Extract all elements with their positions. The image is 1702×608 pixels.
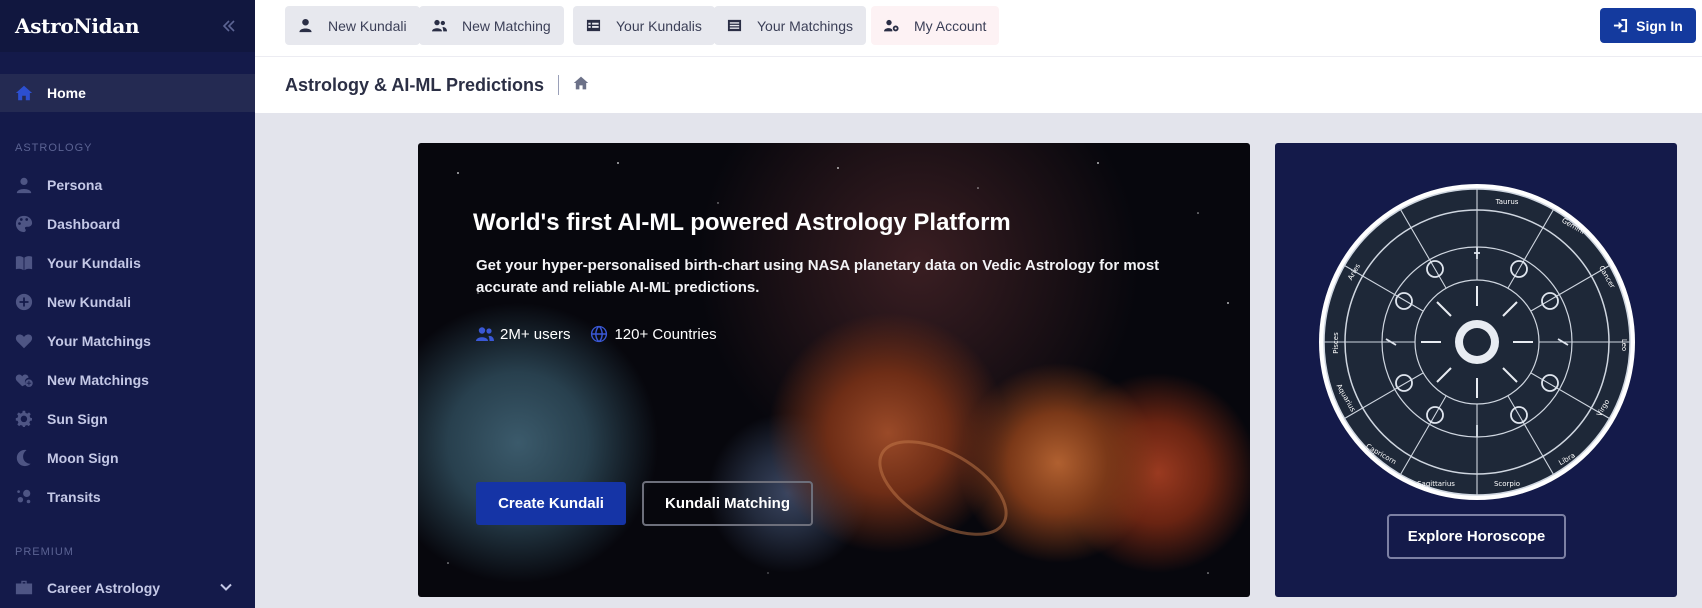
palette-icon (15, 215, 33, 233)
button-label: My Account (914, 17, 987, 34)
sidebar-item-new-matchings[interactable]: New Matchings (0, 360, 255, 399)
sidebar-item-persona[interactable]: Persona (0, 165, 255, 204)
my-account-button[interactable]: My Account (871, 6, 1000, 45)
user-icon (298, 18, 314, 34)
your-kundalis-button[interactable]: Your Kundalis (573, 6, 715, 45)
horoscope-card: Taurus Gemini Cancer Leo Virgo Libra Sco… (1275, 143, 1677, 597)
button-label: Your Matchings (757, 17, 853, 34)
heart-plus-icon (15, 371, 33, 389)
explore-horoscope-button[interactable]: Explore Horoscope (1387, 514, 1566, 559)
users-icon (432, 18, 448, 34)
svg-text:Taurus: Taurus (1495, 198, 1519, 206)
sidebar-item-your-kundalis[interactable]: Your Kundalis (0, 243, 255, 282)
page-title: Astrology & AI-ML Predictions (285, 74, 545, 95)
brand-logo[interactable]: AstroNidan (15, 14, 140, 38)
sidebar-item-label: Your Kundalis (47, 254, 141, 271)
sidebar-item-label: Dashboard (47, 215, 121, 232)
page-header: Astrology & AI-ML Predictions (255, 57, 1702, 113)
sidebar-item-moon-sign[interactable]: Moon Sign (0, 438, 255, 477)
planets-icon (15, 488, 33, 506)
button-label: New Kundali (328, 17, 407, 34)
book-icon (15, 254, 33, 272)
briefcase-icon (15, 579, 33, 597)
sidebar-item-label: Moon Sign (47, 449, 119, 466)
new-kundali-button[interactable]: New Kundali (285, 6, 420, 45)
svg-text:Sagittarius: Sagittarius (1417, 480, 1455, 488)
sidebar-item-label: Sun Sign (47, 410, 108, 427)
new-matching-button[interactable]: New Matching (419, 6, 564, 45)
kundali-matching-button[interactable]: Kundali Matching (642, 481, 813, 526)
breadcrumb-home-icon[interactable] (573, 75, 589, 96)
table-icon (586, 18, 602, 34)
brand-bar: AstroNidan (0, 0, 255, 52)
top-navbar: New Kundali New Matching Your Kundalis Y… (255, 0, 1702, 57)
create-kundali-button[interactable]: Create Kundali (476, 482, 626, 525)
button-label: Your Kundalis (616, 17, 702, 34)
svg-text:Pisces: Pisces (1332, 332, 1340, 354)
user-gear-icon (884, 18, 900, 34)
sidebar-item-label: Career Astrology (47, 579, 161, 596)
sidebar-item-label: Persona (47, 176, 103, 193)
stat-users: 2M+ users (476, 325, 570, 343)
section-label-premium: PREMIUM (15, 546, 74, 558)
stat-countries-label: 120+ Countries (614, 325, 717, 343)
your-matchings-button[interactable]: Your Matchings (714, 6, 866, 45)
sidebar-item-career-astrology[interactable]: Career Astrology (0, 568, 255, 607)
sun-gear-icon (15, 410, 33, 428)
hero-title: World's first AI-ML powered Astrology Pl… (473, 209, 1011, 236)
hero-description: Get your hyper-personalised birth-chart … (476, 257, 1160, 296)
sidebar-item-your-matchings[interactable]: Your Matchings (0, 321, 255, 360)
moon-icon (15, 449, 33, 467)
chevron-down-icon[interactable] (219, 580, 233, 597)
sidebar-item-label: Home (47, 85, 86, 101)
sidebar-item-label: New Matchings (47, 371, 149, 388)
list-icon (727, 18, 743, 34)
svg-text:Scorpio: Scorpio (1494, 480, 1520, 488)
sidebar-item-home[interactable]: Home (0, 74, 255, 112)
home-icon (15, 84, 33, 102)
sidebar-item-sun-sign[interactable]: Sun Sign (0, 399, 255, 438)
globe-icon (591, 325, 608, 343)
stat-users-label: 2M+ users (500, 325, 571, 343)
button-label: New Matching (462, 17, 551, 34)
plus-circle-icon (15, 293, 33, 311)
sign-in-label: Sign In (1636, 17, 1683, 34)
sidebar-item-dashboard[interactable]: Dashboard (0, 204, 255, 243)
sidebar-item-transits[interactable]: Transits (0, 477, 255, 516)
sidebar-item-label: New Kundali (47, 293, 132, 310)
stat-countries: 120+ Countries (590, 325, 717, 343)
svg-text:Leo: Leo (1620, 339, 1628, 351)
users-icon (476, 327, 494, 341)
breadcrumb-divider (558, 75, 560, 95)
heart-icon (15, 332, 33, 350)
person-icon (15, 176, 33, 194)
sidebar: AstroNidan Home ASTROLOGY Persona Dashbo… (0, 0, 255, 608)
hero-stats: 2M+ users 120+ Countries (476, 325, 737, 343)
collapse-sidebar-icon[interactable] (218, 15, 240, 37)
sign-in-button[interactable]: Sign In (1600, 8, 1696, 43)
section-label-astrology: ASTROLOGY (15, 142, 93, 154)
sidebar-item-new-kundali[interactable]: New Kundali (0, 282, 255, 321)
sidebar-item-label: Your Matchings (47, 332, 151, 349)
sign-in-icon (1614, 18, 1628, 33)
zodiac-wheel-image[interactable]: Taurus Gemini Cancer Leo Virgo Libra Sco… (1316, 181, 1638, 503)
hero-banner: World's first AI-ML powered Astrology Pl… (418, 143, 1250, 597)
sidebar-item-label: Transits (47, 488, 101, 505)
